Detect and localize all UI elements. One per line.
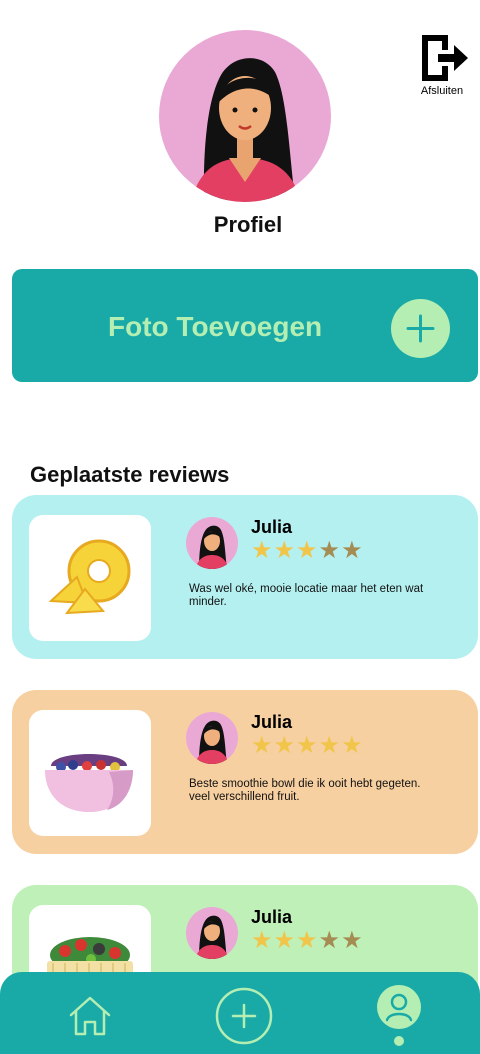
review-image (29, 515, 151, 641)
review-author: Julia (251, 712, 293, 732)
review-author: Julia (251, 907, 293, 927)
review-card[interactable]: Julia ★★★★★ Beste smoothie bowl die ik o… (12, 690, 478, 854)
review-text: Was wel oké, mooie locatie maar het eten… (189, 583, 424, 608)
star-icon: ★ (273, 536, 297, 564)
star-icon: ★ (318, 731, 342, 759)
review-author: Julia (251, 517, 293, 537)
home-icon[interactable] (67, 994, 113, 1043)
star-icon: ★ (273, 731, 297, 759)
profile-avatar (159, 30, 331, 202)
review-image (29, 710, 151, 836)
bottom-nav (0, 972, 480, 1054)
woman-avatar-icon (191, 58, 301, 202)
star-icon: ★ (251, 731, 274, 759)
star-icon: ★ (341, 926, 364, 954)
profile-icon[interactable] (376, 984, 422, 1035)
star-icon: ★ (251, 926, 274, 954)
star-icon: ★ (296, 536, 319, 564)
star-icon: ★ (341, 731, 364, 759)
active-indicator (394, 1036, 404, 1046)
star-icon: ★ (251, 536, 274, 564)
star-rating: ★★★★★ (251, 732, 364, 759)
woman-avatar-icon (195, 720, 229, 764)
pineapple-icon (48, 539, 131, 615)
star-icon: ★ (318, 926, 342, 954)
add-photo-button[interactable]: Foto Toevoegen (12, 269, 478, 382)
avatar (186, 517, 238, 569)
logout-button[interactable]: Afsluiten (414, 32, 470, 97)
add-icon[interactable] (215, 987, 273, 1050)
star-icon: ★ (318, 536, 342, 564)
woman-avatar-icon (195, 525, 229, 569)
avatar (186, 712, 238, 764)
star-icon: ★ (273, 926, 297, 954)
smoothie-bowl-icon (45, 754, 133, 812)
star-icon: ★ (341, 536, 364, 564)
logout-label: Afsluiten (420, 85, 464, 97)
woman-avatar-icon (195, 915, 229, 959)
page-title: Profiel (213, 212, 283, 237)
plus-icon (391, 299, 450, 358)
avatar (186, 907, 238, 959)
logout-icon (422, 35, 468, 81)
review-card[interactable]: Julia ★★★★★ Was wel oké, mooie locatie m… (12, 495, 478, 659)
star-icon: ★ (296, 926, 319, 954)
reviews-section-title: Geplaatste reviews (30, 462, 230, 487)
star-rating: ★★★★★ (251, 927, 364, 954)
review-text: Beste smoothie bowl die ik ooit hebt geg… (189, 778, 421, 803)
star-icon: ★ (296, 731, 319, 759)
star-rating: ★★★★★ (251, 537, 364, 564)
add-photo-label: Foto Toevoegen (108, 311, 323, 342)
